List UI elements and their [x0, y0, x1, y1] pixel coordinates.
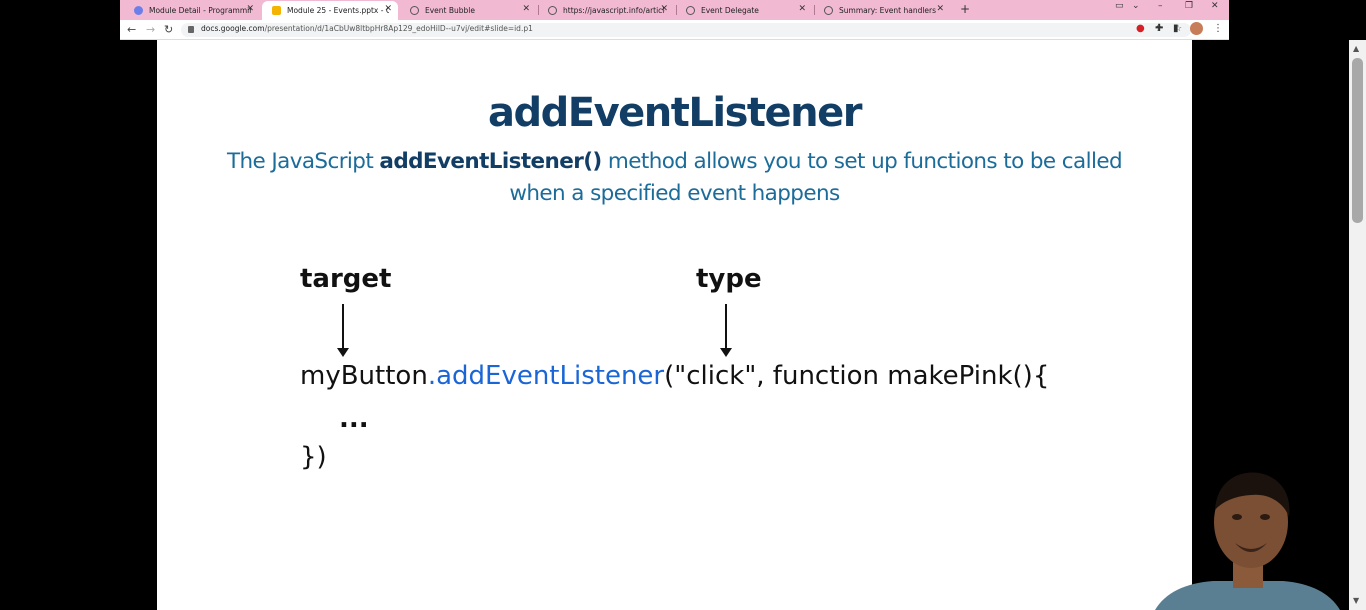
close-tab-icon[interactable]: ✕ — [798, 4, 806, 14]
lock-icon — [188, 26, 194, 33]
tab-module-detail[interactable]: Module Detail - Programming H... ✕ — [124, 1, 260, 20]
close-tab-icon[interactable]: ✕ — [384, 4, 392, 14]
close-tab-icon[interactable]: ✕ — [522, 4, 530, 14]
tab-event-bubble[interactable]: Event Bubble ✕ — [400, 1, 536, 20]
tab-bar: Module Detail - Programming H... ✕ Modul… — [120, 0, 1229, 20]
presentation-area: addEventListener The JavaScript addEvent… — [120, 40, 1229, 610]
label-type: type — [696, 264, 762, 294]
subtitle-text-start: The JavaScript — [226, 149, 380, 174]
slide: addEventListener The JavaScript addEvent… — [157, 40, 1192, 610]
presenter-webcam-image — [1155, 472, 1340, 610]
programming-hero-icon — [134, 6, 143, 15]
target-arrow-line — [342, 304, 344, 350]
profile-avatar[interactable] — [1190, 22, 1203, 35]
side-panel-icon[interactable]: ▮ — [1173, 23, 1179, 34]
scroll-down-icon[interactable]: ▼ — [1353, 596, 1359, 605]
browser-toolbar: ← → ↻ docs.google.com/presentation/d/1aC… — [120, 20, 1229, 40]
new-tab-button[interactable]: + — [960, 2, 970, 16]
scroll-up-icon[interactable]: ▲ — [1353, 44, 1359, 53]
scrollbar-thumb[interactable] — [1352, 58, 1363, 223]
code-line-1: myButton.addEventListener("click", funct… — [300, 361, 1049, 391]
slide-title: addEventListener — [488, 90, 862, 136]
forward-button[interactable]: → — [146, 23, 155, 36]
browser-window: Module Detail - Programming H... ✕ Modul… — [120, 0, 1340, 610]
minimize-button[interactable]: – — [1158, 1, 1163, 11]
subtitle-method-name: addEventListener() — [379, 149, 602, 174]
globe-icon — [686, 6, 695, 15]
extensions-puzzle-icon[interactable]: ✚ — [1155, 23, 1163, 34]
code-method: .addEventListener — [427, 361, 665, 391]
tab-event-delegate[interactable]: Event Delegate ✕ — [676, 1, 812, 20]
screen: Module Detail - Programming H... ✕ Modul… — [0, 0, 1366, 610]
opera-icon[interactable]: ● — [1136, 23, 1145, 34]
close-window-button[interactable]: ✕ — [1211, 1, 1219, 11]
tab-title: Event Bubble — [425, 6, 475, 15]
more-menu-icon[interactable]: ⋮ — [1213, 23, 1223, 34]
slide-subtitle: The JavaScript addEventListener() method… — [217, 146, 1132, 210]
tab-title: Module 25 - Events.pptx - Goog... — [287, 6, 389, 15]
globe-icon — [548, 6, 557, 15]
tab-title: Summary: Event handlers — [839, 6, 937, 15]
url-path: /presentation/d/1aCbUw8ltbpHr8Ap129_edoH… — [264, 24, 533, 33]
target-arrow-head — [337, 348, 349, 357]
restore-button[interactable]: ❐ — [1185, 1, 1193, 11]
close-tab-icon[interactable]: ✕ — [936, 4, 944, 14]
cast-icon[interactable]: ▭ — [1115, 1, 1124, 11]
tab-summary-event-handlers[interactable]: Summary: Event handlers ✕ — [814, 1, 950, 20]
tab-title: Event Delegate — [701, 6, 759, 15]
url-host: docs.google.com — [201, 24, 265, 33]
presenter-eye-left — [1232, 514, 1242, 520]
code-object: myButton — [300, 361, 428, 391]
slides-icon — [272, 6, 281, 15]
reload-button[interactable]: ↻ — [164, 23, 173, 36]
globe-icon — [410, 6, 419, 15]
presenter-eye-right — [1260, 514, 1270, 520]
back-button[interactable]: ← — [127, 23, 136, 36]
type-arrow-head — [720, 348, 732, 357]
close-tab-icon[interactable]: ✕ — [246, 4, 254, 14]
code-ellipsis: ... — [339, 404, 369, 434]
type-arrow-line — [725, 304, 727, 350]
globe-icon — [824, 6, 833, 15]
tab-module-25-events[interactable]: Module 25 - Events.pptx - Goog... ✕ — [262, 1, 398, 20]
label-target: target — [300, 264, 392, 294]
subtitle-text-end: method allows you to set up functions to… — [509, 149, 1123, 206]
tab-title: Module Detail - Programming H... — [149, 6, 251, 15]
code-closing-brace: }) — [300, 442, 327, 472]
code-arguments: ("click", function makePink(){ — [664, 361, 1050, 391]
address-bar[interactable]: docs.google.com/presentation/d/1aCbUw8lt… — [181, 23, 1191, 37]
page-scrollbar[interactable]: ▲ ▼ — [1349, 40, 1366, 610]
tab-title: https://javascript.info/article/bub... — [563, 6, 665, 15]
close-tab-icon[interactable]: ✕ — [660, 4, 668, 14]
tab-search-icon[interactable]: ⌄ — [1132, 1, 1140, 11]
url-text[interactable]: docs.google.com/presentation/d/1aCbUw8lt… — [201, 24, 533, 33]
tab-javascript-info[interactable]: https://javascript.info/article/bub... ✕ — [538, 1, 674, 20]
